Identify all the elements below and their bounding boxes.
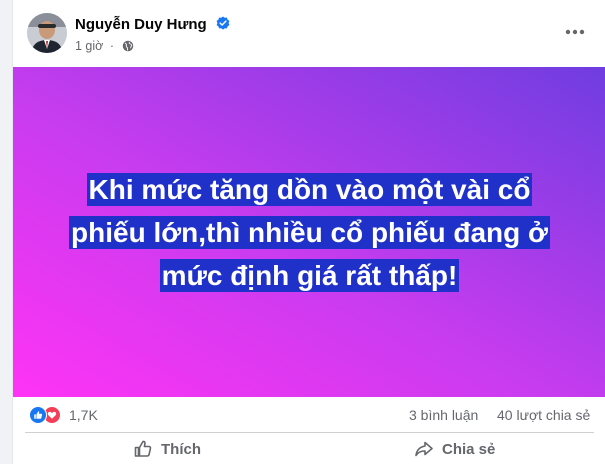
post-text-container: Khi mức tăng dồn vào một vài cổ phiếu lớ… [60, 168, 560, 297]
meta-separator: · [109, 39, 115, 53]
post-card: Nguyễn Duy Hưng 1 giờ · Khi mức tăng dồn… [12, 0, 605, 464]
action-divider [25, 432, 594, 433]
share-count[interactable]: 40 lượt chia sẻ [497, 407, 590, 423]
comment-count[interactable]: 3 bình luận [409, 407, 478, 423]
avatar[interactable] [27, 13, 67, 53]
more-options-button[interactable] [559, 20, 591, 44]
share-button-label: Chia sẻ [442, 440, 496, 458]
reaction-count[interactable]: 1,7K [69, 407, 98, 423]
verified-badge-icon [216, 16, 230, 30]
like-button-label: Thích [161, 440, 201, 458]
thumbs-up-icon [134, 440, 152, 457]
post-meta: 1 giờ · [75, 39, 134, 53]
post-stats: 1,7K 3 bình luận 40 lượt chia sẻ [13, 398, 605, 432]
post-text-background: Khi mức tăng dồn vào một vài cổ phiếu lớ… [13, 67, 605, 397]
more-dots-icon [565, 29, 585, 35]
reaction-icons[interactable] [29, 406, 63, 424]
author-name[interactable]: Nguyễn Duy Hưng [75, 16, 207, 33]
share-arrow-icon [415, 441, 433, 457]
share-button[interactable]: Chia sẻ [414, 434, 495, 464]
post-time[interactable]: 1 giờ [75, 39, 103, 53]
globe-icon[interactable] [122, 40, 134, 52]
profile-photo-icon [27, 13, 67, 53]
like-reaction-icon [29, 406, 47, 424]
author-name-row: Nguyễn Duy Hưng [75, 16, 230, 33]
post-header: Nguyễn Duy Hưng 1 giờ · [13, 0, 605, 66]
like-button[interactable]: Thích [133, 434, 201, 464]
post-text: Khi mức tăng dồn vào một vài cổ phiếu lớ… [69, 172, 550, 292]
